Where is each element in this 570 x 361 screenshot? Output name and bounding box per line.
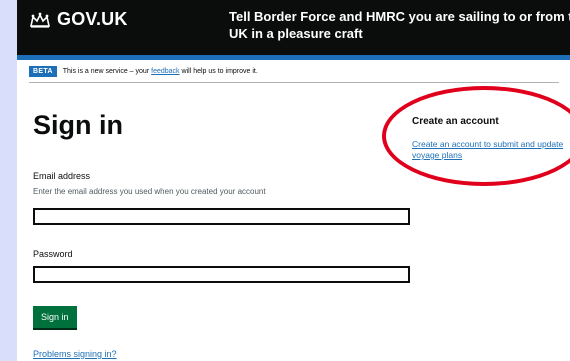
red-circle-annotation: [382, 86, 570, 186]
service-name[interactable]: Tell Border Force and HMRC you are saili…: [229, 8, 570, 42]
email-hint: Enter the email address you used when yo…: [33, 187, 266, 196]
password-label: Password: [33, 249, 73, 259]
crown-icon: [30, 12, 50, 28]
phase-text-before: This is a new service – your: [62, 68, 150, 75]
page-title: Sign in: [33, 110, 123, 140]
problems-signing-in-link[interactable]: Problems signing in?: [33, 349, 117, 359]
sign-in-button[interactable]: Sign in: [33, 306, 77, 328]
page: GOV.UK Tell Border Force and HMRC you ar…: [17, 0, 570, 361]
email-field[interactable]: [33, 208, 410, 225]
phase-banner: BETA This is a new service – your feedba…: [29, 66, 258, 77]
password-field[interactable]: [33, 266, 410, 283]
feedback-link[interactable]: feedback: [151, 68, 179, 75]
beta-tag: BETA: [29, 66, 57, 77]
header-accent-bar: [17, 55, 570, 60]
email-label: Email address: [33, 171, 91, 181]
header: GOV.UK Tell Border Force and HMRC you ar…: [17, 0, 570, 55]
phase-text-after: will help us to improve it.: [181, 68, 258, 75]
divider: [29, 82, 559, 83]
logo-text: GOV.UK: [57, 9, 128, 29]
govuk-logo[interactable]: GOV.UK: [29, 9, 128, 30]
